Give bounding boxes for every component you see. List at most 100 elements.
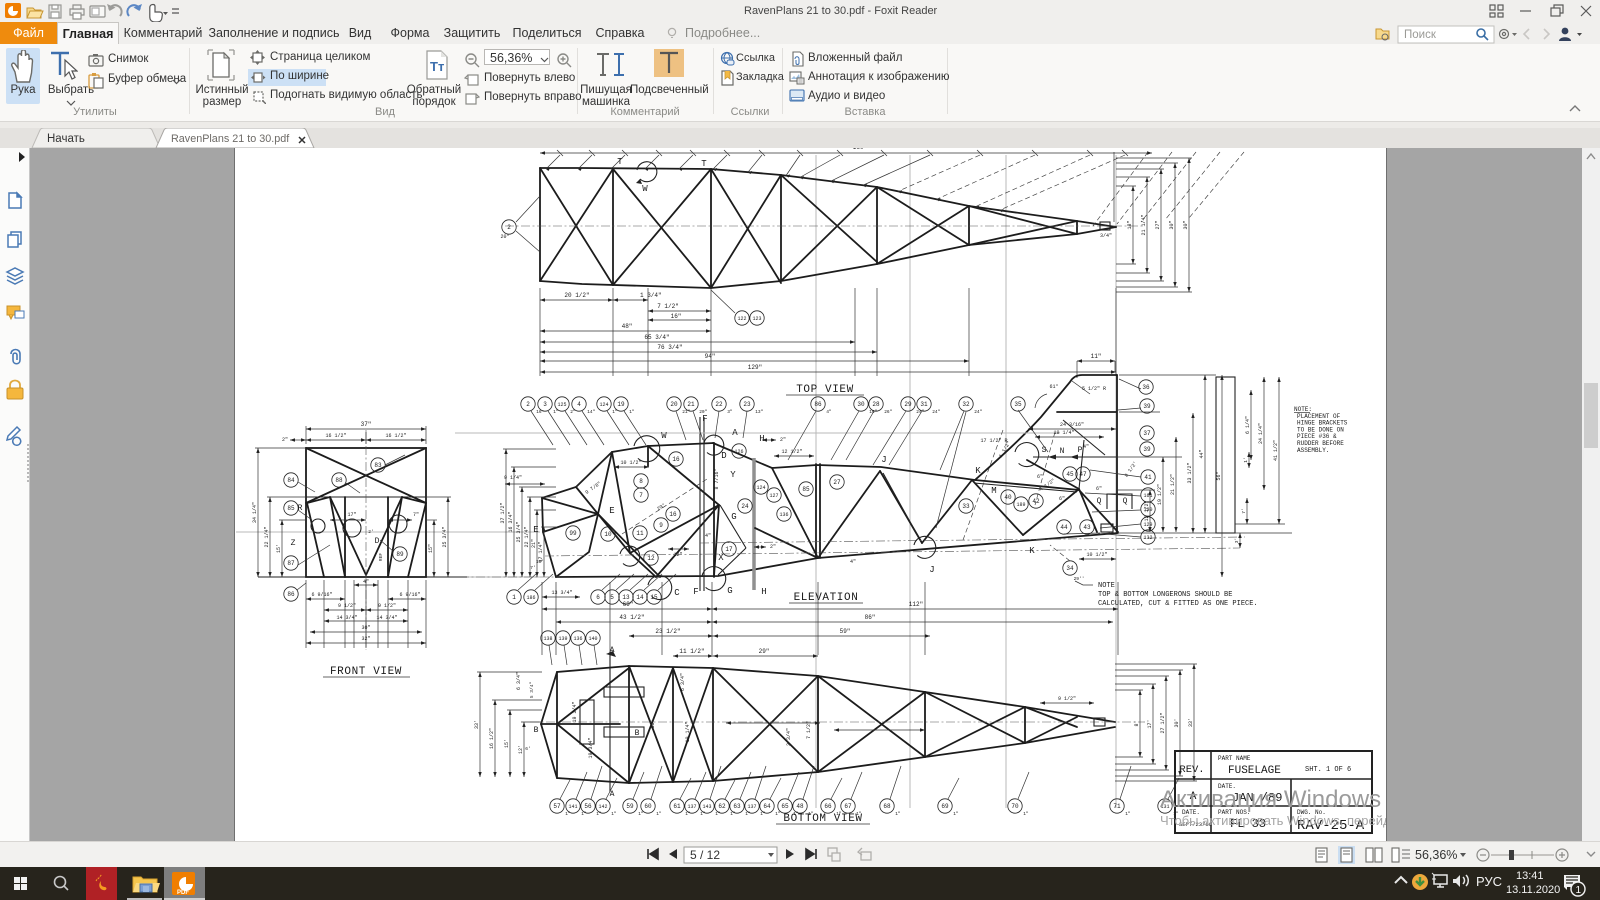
svg-text:ASSEMBLY.: ASSEMBLY.	[1297, 447, 1329, 454]
svg-text:РУС: РУС	[1476, 874, 1502, 889]
svg-text:NOTE: NOTE	[1098, 582, 1115, 590]
svg-text:22 1/4″: 22 1/4″	[524, 526, 530, 547]
svg-text:30: 30	[857, 401, 865, 408]
svg-text:19 1/2″: 19 1/2″	[1157, 484, 1163, 505]
svg-text:S: S	[1042, 446, 1047, 455]
svg-text:8: 8	[639, 478, 643, 485]
svg-text:1″: 1″	[656, 811, 662, 817]
svg-text:61: 61	[673, 803, 681, 810]
svg-text:142: 142	[598, 804, 607, 810]
svg-text:41 1/2″: 41 1/2″	[1273, 440, 1279, 461]
svg-text:84: 84	[287, 477, 295, 484]
svg-text:94″: 94″	[705, 353, 716, 360]
svg-text:N: N	[1060, 447, 1065, 456]
svg-text:160″: 160″	[853, 148, 867, 151]
svg-text:1″: 1″	[629, 409, 635, 415]
svg-text:87: 87	[287, 560, 295, 567]
svg-text:5: 5	[610, 594, 614, 601]
svg-text:REV.: REV.	[1179, 764, 1204, 776]
svg-text:24 1/4″: 24 1/4″	[1258, 423, 1264, 444]
svg-text:D: D	[721, 451, 726, 461]
svg-text:12: 12	[647, 555, 655, 562]
svg-text:41: 41	[1144, 474, 1152, 481]
svg-text:16: 16	[672, 456, 680, 463]
svg-text:13 3/4″: 13 3/4″	[551, 590, 572, 596]
svg-text:5″: 5″	[1120, 148, 1125, 149]
svg-text:25 3/4″: 25 3/4″	[442, 526, 448, 547]
svg-text:W: W	[661, 431, 667, 441]
svg-text:16 3/4″: 16 3/4″	[508, 511, 514, 532]
svg-text:3″: 3″	[727, 409, 733, 415]
svg-text:86: 86	[814, 401, 822, 408]
svg-text:5 / 12: 5 / 12	[690, 848, 720, 862]
svg-text:24″: 24″	[974, 409, 982, 415]
svg-text:126: 126	[734, 449, 743, 455]
svg-text:14: 14	[636, 594, 644, 601]
svg-text:A: A	[732, 428, 738, 438]
svg-text:129″: 129″	[748, 364, 762, 371]
svg-text:140: 140	[588, 636, 597, 642]
svg-text:6 3/4″: 6 3/4″	[680, 673, 686, 691]
svg-text:132: 132	[1143, 535, 1152, 541]
svg-text:1″: 1″	[895, 811, 901, 817]
svg-text:1″: 1″	[611, 811, 617, 817]
svg-text:9″: 9″	[620, 148, 625, 149]
svg-text:83: 83	[374, 462, 382, 469]
svg-text:Y: Y	[730, 470, 736, 480]
svg-text:22 1/4″: 22 1/4″	[264, 526, 270, 547]
svg-text:7 1/2″: 7 1/2″	[657, 303, 679, 310]
svg-text:6″: 6″	[1037, 474, 1043, 480]
svg-text:1: 1	[512, 594, 516, 601]
svg-text:17′: 17′	[1147, 719, 1153, 728]
svg-text:FRONT VIEW: FRONT VIEW	[330, 666, 402, 678]
svg-text:23 1/2″: 23 1/2″	[655, 628, 680, 635]
svg-text:86″: 86″	[865, 614, 876, 621]
svg-text:64: 64	[763, 803, 771, 810]
svg-text:Q: Q	[1097, 497, 1102, 506]
svg-text:21 1/4″: 21 1/4″	[1141, 214, 1147, 235]
svg-text:6″: 6″	[1096, 486, 1102, 492]
svg-text:Начать: Начать	[47, 133, 85, 145]
svg-text:68: 68	[883, 803, 891, 810]
svg-text:123: 123	[752, 316, 761, 322]
svg-text:48″: 48″	[622, 323, 633, 330]
svg-text:37: 37	[1143, 430, 1151, 437]
svg-text:D: D	[375, 537, 380, 546]
svg-text:59: 59	[626, 803, 634, 810]
svg-text:J: J	[881, 455, 886, 465]
svg-text:31: 31	[920, 401, 928, 408]
svg-text:PDF: PDF	[177, 890, 189, 896]
svg-text:39: 39	[1143, 403, 1151, 410]
svg-text:19 3/4″: 19 3/4″	[588, 737, 594, 758]
svg-text:11″: 11″	[1091, 353, 1102, 360]
svg-text:24″: 24″	[932, 409, 940, 415]
svg-text:16°: 16°	[536, 409, 544, 415]
svg-text:3′: 3′	[1234, 538, 1240, 543]
svg-text:14 3/4″: 14 3/4″	[376, 615, 397, 621]
svg-text:19: 19	[617, 401, 625, 408]
svg-text:Поиск: Поиск	[1404, 29, 1437, 41]
svg-text:7″: 7″	[1085, 148, 1090, 149]
svg-text:30″: 30″	[1183, 220, 1189, 229]
svg-text:24 3/16″: 24 3/16″	[1060, 422, 1084, 428]
svg-text:189: 189	[1016, 502, 1025, 508]
svg-text:Z: Z	[291, 539, 296, 548]
svg-text:40: 40	[1004, 494, 1012, 501]
svg-text:10 1/2″: 10 1/2″	[620, 460, 641, 466]
svg-text:33′: 33′	[1188, 718, 1194, 727]
svg-text:17: 17	[725, 546, 733, 553]
svg-text:4″: 4″	[1083, 444, 1089, 450]
svg-text:138: 138	[543, 636, 552, 642]
svg-text:K: K	[1029, 546, 1035, 556]
svg-text:43: 43	[1083, 524, 1091, 531]
svg-text:15′: 15′	[504, 739, 510, 748]
svg-text:15′: 15′	[276, 544, 282, 553]
svg-text:23: 23	[743, 401, 751, 408]
svg-text:33 1/2″: 33 1/2″	[1187, 462, 1193, 483]
svg-text:Q: Q	[1123, 497, 1128, 506]
svg-text:13: 13	[622, 594, 630, 601]
svg-text:19 1/4″: 19 1/4″	[1053, 430, 1074, 436]
svg-text:20°: 20°	[500, 234, 509, 240]
svg-text:21: 21	[687, 401, 695, 408]
svg-text:E: E	[533, 525, 538, 535]
